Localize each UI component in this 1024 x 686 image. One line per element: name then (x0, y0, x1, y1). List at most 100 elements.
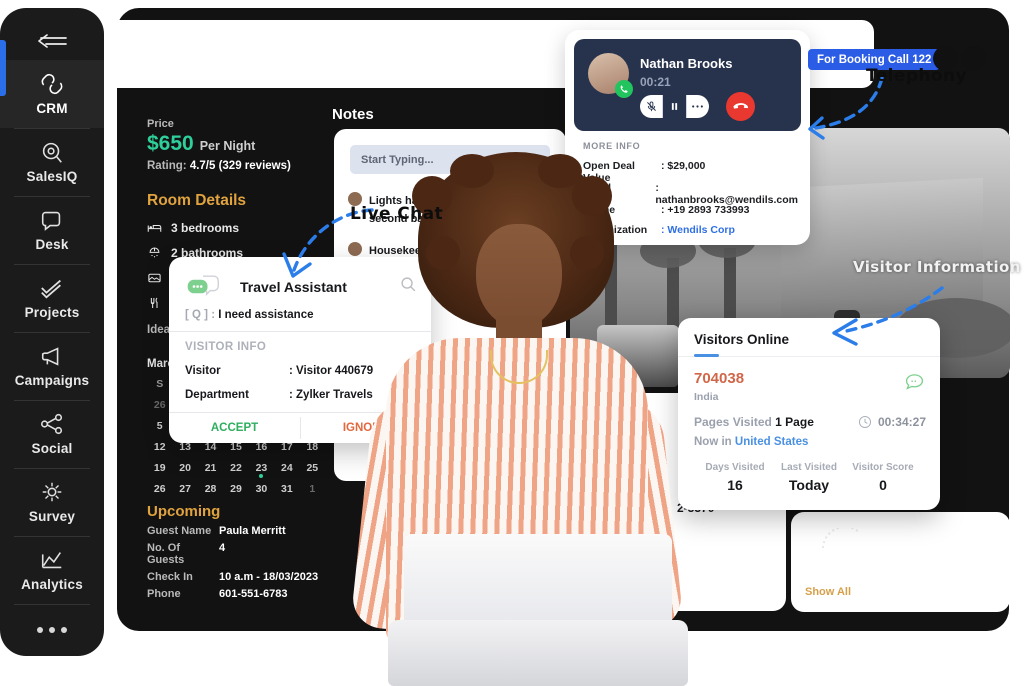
summary-card: Show All (791, 512, 1010, 612)
question-prefix: [ Q ] : (185, 309, 216, 321)
sidebar-item-label: Desk (35, 237, 69, 253)
price-unit: Per Night (199, 139, 256, 153)
more-dots-icon (61, 627, 67, 634)
visitor-stats: Days Visited 16 Last Visited Today Visit… (698, 462, 920, 493)
amenity-label: 3 bedrooms (171, 221, 240, 235)
rating-label: Rating: (147, 160, 187, 172)
annotation-live-chat: Live Chat (350, 204, 443, 224)
sidebar-item-campaigns[interactable]: Campaigns (0, 332, 104, 400)
price-value: $650 (147, 132, 194, 155)
call-status-icon (615, 80, 633, 98)
calendar-day[interactable]: 24 (274, 462, 299, 474)
caller-name: Nathan Brooks (640, 56, 733, 71)
calendar-day[interactable]: 20 (172, 462, 197, 474)
pages-value: 1 Page (775, 415, 814, 429)
sidebar-item-crm[interactable]: CRM (0, 60, 104, 129)
sidebar-item-label: Survey (28, 509, 76, 525)
survey-icon (39, 480, 65, 504)
sidebar-more-button[interactable] (0, 604, 104, 656)
sidebar-active-indicator (0, 40, 6, 96)
call-controls[interactable] (640, 95, 709, 118)
annotation-visitor-information: Visitor Information (853, 258, 1021, 276)
session-duration: 00:34:27 (858, 415, 926, 429)
notes-title: Notes (332, 106, 374, 123)
visitor-key: Department (185, 389, 249, 401)
calendar-day[interactable]: 31 (274, 483, 299, 495)
collapse-arrow-icon (38, 34, 67, 48)
foreground-photo-person (300, 150, 720, 686)
sidebar-item-salesiq[interactable]: SalesIQ (0, 128, 104, 196)
visitor-key: Visitor (185, 365, 221, 377)
sidebar-item-label: CRM (36, 101, 68, 117)
hold-button[interactable] (662, 95, 686, 118)
laptop-screen (404, 534, 672, 626)
upcoming-key: Check In (147, 571, 193, 583)
price-label: Price (147, 118, 174, 130)
shower-icon (147, 246, 162, 260)
bed-icon (147, 221, 162, 235)
cutlery-icon (147, 296, 162, 310)
desk-icon (39, 208, 65, 232)
sidebar-item-label: Analytics (21, 577, 83, 593)
stat-visitor-score: Visitor Score 0 (846, 462, 920, 493)
frame-icon (147, 271, 162, 285)
sidebar-item-label: Campaigns (14, 373, 90, 389)
stat-label: Visitor Score (852, 462, 914, 473)
upcoming-key: No. Of Guests (147, 542, 185, 566)
calendar-day[interactable]: 22 (223, 462, 248, 474)
stat-value: Today (788, 477, 830, 493)
campaigns-icon (39, 344, 65, 368)
person-face (476, 224, 562, 328)
sidebar-item-social[interactable]: Social (0, 400, 104, 468)
visitor-info-label: VISITOR INFO (185, 341, 267, 353)
stat-label: Last Visited (781, 462, 837, 473)
now-in-value[interactable]: United States (735, 436, 809, 448)
active-call-panel: Nathan Brooks 00:21 (574, 39, 801, 131)
coffee-cup (260, 602, 346, 664)
upcoming-key: Guest Name (147, 525, 212, 537)
annotation-telephony: Telephony (866, 66, 967, 86)
sidebar-item-analytics[interactable]: Analytics (0, 536, 104, 604)
mute-button[interactable] (640, 95, 662, 118)
chat-bubble-icon (187, 275, 220, 296)
arc-chart-icon (822, 528, 860, 549)
sidebar-item-desk[interactable]: Desk (0, 196, 104, 264)
sidebar: CRM SalesIQ Desk Projects Campaigns Social Sur… (0, 8, 104, 656)
more-dots-icon (49, 627, 55, 634)
laptop-base (388, 620, 688, 686)
more-options-button[interactable] (685, 95, 709, 118)
sidebar-collapse-button[interactable] (0, 22, 104, 60)
hangup-button[interactable] (726, 92, 755, 121)
calendar-day[interactable]: 21 (198, 462, 223, 474)
calendar-day[interactable]: 30 (249, 483, 274, 495)
call-timer: 00:21 (640, 75, 671, 89)
sidebar-item-survey[interactable]: Survey (0, 468, 104, 536)
analytics-icon (39, 548, 65, 572)
stat-last-visited: Last Visited Today (772, 462, 846, 493)
sidebar-item-label: SalesIQ (26, 169, 78, 185)
projects-icon (39, 276, 65, 300)
stat-value: 0 (879, 477, 887, 493)
sidebar-nav[interactable]: CRM SalesIQ Desk Projects Campaigns Social Sur… (0, 60, 104, 604)
accept-button[interactable]: ACCEPT (169, 413, 300, 443)
calendar-day[interactable]: 28 (198, 483, 223, 495)
calendar-day[interactable]: 26 (147, 483, 172, 495)
chat-icon[interactable] (905, 373, 924, 391)
calendar-day[interactable]: 29 (223, 483, 248, 495)
screenshot-root: 22B - VIP Suite 4th Floor, Lakeview. For… (0, 0, 1024, 686)
visitor-question: [ Q ] : I need assistance (185, 309, 313, 321)
upcoming-value: Paula Merritt (219, 525, 286, 537)
calendar-day[interactable]: 19 (147, 462, 172, 474)
sidebar-item-label: Projects (24, 305, 80, 321)
clock-icon (858, 415, 871, 429)
sidebar-item-projects[interactable]: Projects (0, 264, 104, 332)
calendar-day[interactable]: 27 (172, 483, 197, 495)
salesiq-icon (39, 140, 65, 164)
upcoming-key: Phone (147, 588, 181, 600)
calendar-day[interactable]: 23 (249, 462, 274, 474)
more-dots-icon (37, 627, 43, 634)
duration-value: 00:34:27 (877, 415, 926, 429)
show-all-link[interactable]: Show All (805, 586, 851, 598)
upcoming-value: 4 (219, 542, 226, 554)
rating-value: 4.7/5 (329 reviews) (189, 160, 291, 172)
